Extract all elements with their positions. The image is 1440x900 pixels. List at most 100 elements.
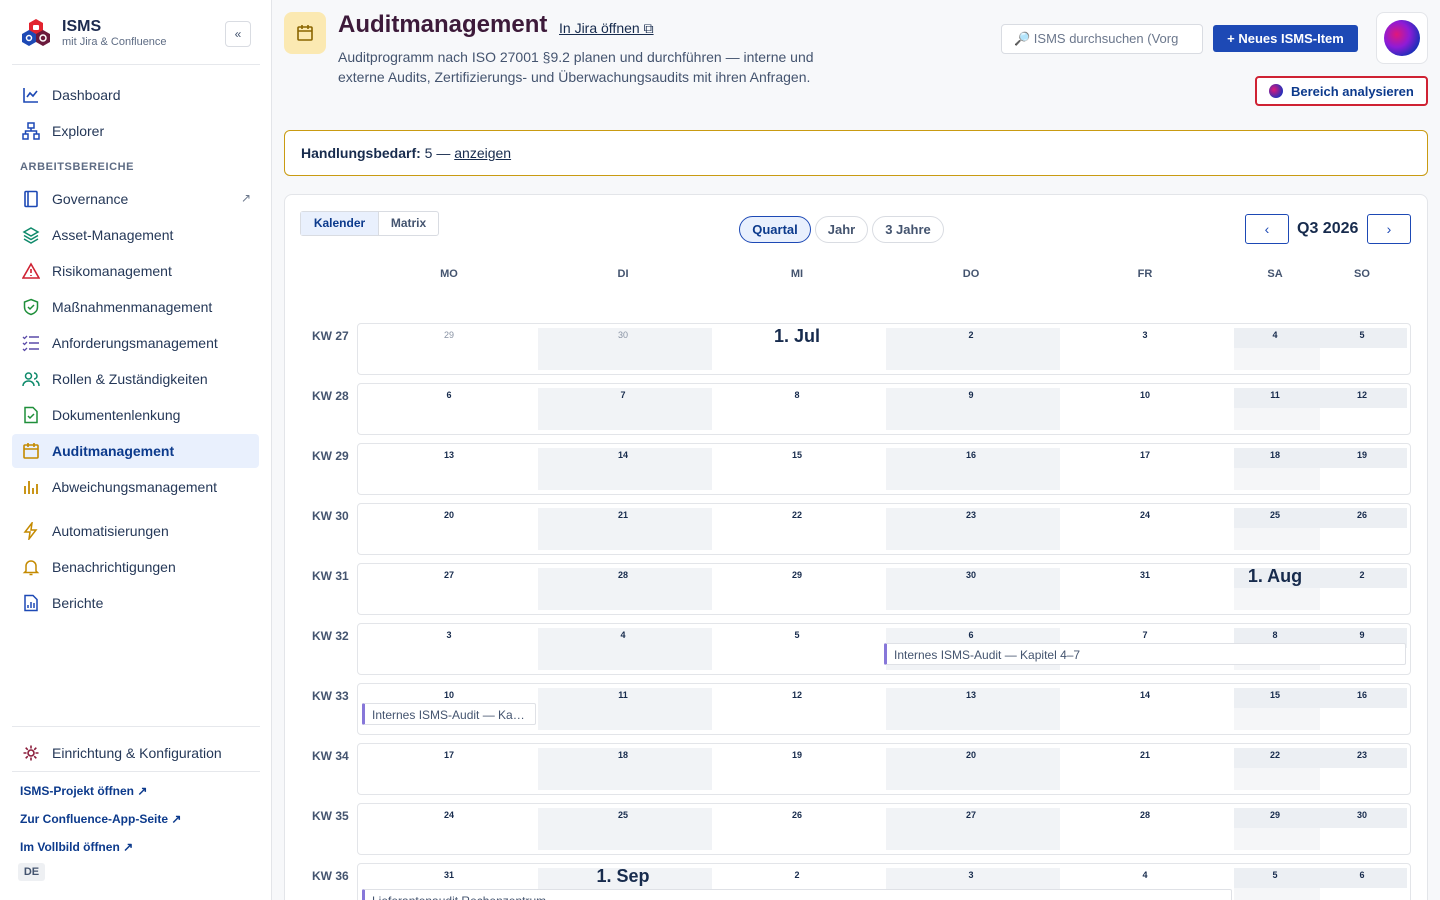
new-isms-item-button[interactable]: + Neues ISMS-Item xyxy=(1213,25,1358,52)
day-cell[interactable]: 12 xyxy=(777,690,817,700)
day-cell[interactable]: 15 xyxy=(777,450,817,460)
day-cell[interactable]: 13 xyxy=(951,690,991,700)
tab-calendar[interactable]: Kalender xyxy=(301,212,378,235)
next-period-button[interactable]: › xyxy=(1367,214,1411,244)
day-cell[interactable]: 25 xyxy=(1255,510,1295,520)
day-cell[interactable]: 29 xyxy=(777,570,817,580)
audit-event[interactable]: Internes ISMS-Audit — Kapitel 4–7 xyxy=(884,643,1406,665)
day-cell[interactable]: 24 xyxy=(429,810,469,820)
day-cell[interactable]: 6 xyxy=(951,630,991,640)
audit-event[interactable]: Internes ISMS-Audit — Ka… xyxy=(362,703,536,725)
day-cell[interactable]: 24 xyxy=(1125,510,1165,520)
day-cell[interactable]: 3 xyxy=(1125,330,1165,340)
analyze-area-button[interactable]: Bereich analysieren xyxy=(1255,76,1428,106)
day-cell[interactable]: 8 xyxy=(777,390,817,400)
day-cell[interactable]: 5 xyxy=(1342,330,1382,340)
day-cell[interactable]: 5 xyxy=(777,630,817,640)
tab-matrix[interactable]: Matrix xyxy=(378,212,438,235)
assistant-avatar-button[interactable] xyxy=(1376,12,1428,64)
range-year-button[interactable]: Jahr xyxy=(815,216,868,243)
range-3-years-button[interactable]: 3 Jahre xyxy=(872,216,944,243)
sidebar-item-settings[interactable]: Einrichtung & Konfiguration xyxy=(12,736,259,770)
day-cell[interactable]: 7 xyxy=(1125,630,1165,640)
sidebar-item-requirements[interactable]: Anforderungsmanagement xyxy=(12,326,259,360)
day-cell[interactable]: 16 xyxy=(1342,690,1382,700)
day-cell[interactable]: 11 xyxy=(1255,390,1295,400)
day-cell[interactable]: 18 xyxy=(1255,450,1295,460)
show-actions-link[interactable]: anzeigen xyxy=(454,145,511,161)
day-cell[interactable]: 21 xyxy=(603,510,643,520)
day-cell[interactable]: 31 xyxy=(429,870,469,880)
day-cell[interactable]: 19 xyxy=(777,750,817,760)
language-selector[interactable]: DE xyxy=(18,863,45,881)
sidebar-item-deviations[interactable]: Abweichungsmanagement xyxy=(12,470,259,504)
day-cell[interactable]: 1. Aug xyxy=(1225,566,1325,587)
day-cell[interactable]: 18 xyxy=(603,750,643,760)
sidebar-item-explorer[interactable]: Explorer xyxy=(12,114,259,148)
fullscreen-link[interactable]: Im Vollbild öffnen ↗ xyxy=(20,840,133,854)
day-cell[interactable]: 28 xyxy=(603,570,643,580)
previous-period-button[interactable]: ‹ xyxy=(1245,214,1289,244)
day-cell[interactable]: 6 xyxy=(429,390,469,400)
day-cell[interactable]: 14 xyxy=(603,450,643,460)
day-cell[interactable]: 4 xyxy=(1125,870,1165,880)
open-isms-project-link[interactable]: ISMS-Projekt öffnen ↗ xyxy=(20,784,147,798)
day-cell[interactable]: 30 xyxy=(603,330,643,340)
day-cell[interactable]: 10 xyxy=(1125,390,1165,400)
day-cell[interactable]: 22 xyxy=(1255,750,1295,760)
day-cell[interactable]: 15 xyxy=(1255,690,1295,700)
day-cell[interactable]: 7 xyxy=(603,390,643,400)
day-cell[interactable]: 4 xyxy=(1255,330,1295,340)
sidebar-item-dashboard[interactable]: Dashboard xyxy=(12,78,259,112)
day-cell[interactable]: 26 xyxy=(1342,510,1382,520)
day-cell[interactable]: 12 xyxy=(1342,390,1382,400)
day-cell[interactable]: 17 xyxy=(1125,450,1165,460)
day-cell[interactable]: 4 xyxy=(603,630,643,640)
day-cell[interactable]: 1. Sep xyxy=(573,866,673,887)
day-cell[interactable]: 21 xyxy=(1125,750,1165,760)
day-cell[interactable]: 20 xyxy=(951,750,991,760)
day-cell[interactable]: 2 xyxy=(951,330,991,340)
day-cell[interactable]: 10 xyxy=(429,690,469,700)
sidebar-item-governance[interactable]: Governance ↗ xyxy=(12,182,259,216)
day-cell[interactable]: 31 xyxy=(1125,570,1165,580)
open-in-jira-link[interactable]: In Jira öffnen ⧉ xyxy=(559,20,654,37)
day-cell[interactable]: 28 xyxy=(1125,810,1165,820)
sidebar-item-documents[interactable]: Dokumentenlenkung xyxy=(12,398,259,432)
day-cell[interactable]: 3 xyxy=(429,630,469,640)
day-cell[interactable]: 20 xyxy=(429,510,469,520)
day-cell[interactable]: 9 xyxy=(951,390,991,400)
brand[interactable]: ISMS mit Jira & Confluence xyxy=(20,16,252,52)
day-cell[interactable]: 17 xyxy=(429,750,469,760)
day-cell[interactable]: 23 xyxy=(1342,750,1382,760)
day-cell[interactable]: 9 xyxy=(1342,630,1382,640)
day-cell[interactable]: 30 xyxy=(951,570,991,580)
day-cell[interactable]: 19 xyxy=(1342,450,1382,460)
day-cell[interactable]: 3 xyxy=(951,870,991,880)
day-cell[interactable]: 1. Jul xyxy=(747,326,847,347)
sidebar-item-risk-management[interactable]: Risikomanagement xyxy=(12,254,259,288)
sidebar-item-audit-management[interactable]: Auditmanagement xyxy=(12,434,259,468)
day-cell[interactable]: 27 xyxy=(951,810,991,820)
day-cell[interactable]: 14 xyxy=(1125,690,1165,700)
day-cell[interactable]: 11 xyxy=(603,690,643,700)
day-cell[interactable]: 6 xyxy=(1342,870,1382,880)
search-input[interactable]: 🔎 ISMS durchsuchen (Vorg xyxy=(1001,24,1203,54)
audit-event[interactable]: Lieferantenaudit Rechenzentrum xyxy=(362,889,1232,900)
day-cell[interactable]: 30 xyxy=(1342,810,1382,820)
day-cell[interactable]: 5 xyxy=(1255,870,1295,880)
day-cell[interactable]: 13 xyxy=(429,450,469,460)
day-cell[interactable]: 27 xyxy=(429,570,469,580)
confluence-app-page-link[interactable]: Zur Confluence-App-Seite ↗ xyxy=(20,812,181,826)
sidebar-item-asset-management[interactable]: Asset-Management xyxy=(12,218,259,252)
day-cell[interactable]: 25 xyxy=(603,810,643,820)
sidebar-item-automations[interactable]: Automatisierungen xyxy=(12,514,259,548)
sidebar-item-roles[interactable]: Rollen & Zuständigkeiten xyxy=(12,362,259,396)
day-cell[interactable]: 2 xyxy=(1342,570,1382,580)
day-cell[interactable]: 2 xyxy=(777,870,817,880)
day-cell[interactable]: 29 xyxy=(429,330,469,340)
collapse-sidebar-button[interactable]: « xyxy=(225,21,251,47)
sidebar-item-reports[interactable]: Berichte xyxy=(12,586,259,620)
day-cell[interactable]: 29 xyxy=(1255,810,1295,820)
day-cell[interactable]: 23 xyxy=(951,510,991,520)
